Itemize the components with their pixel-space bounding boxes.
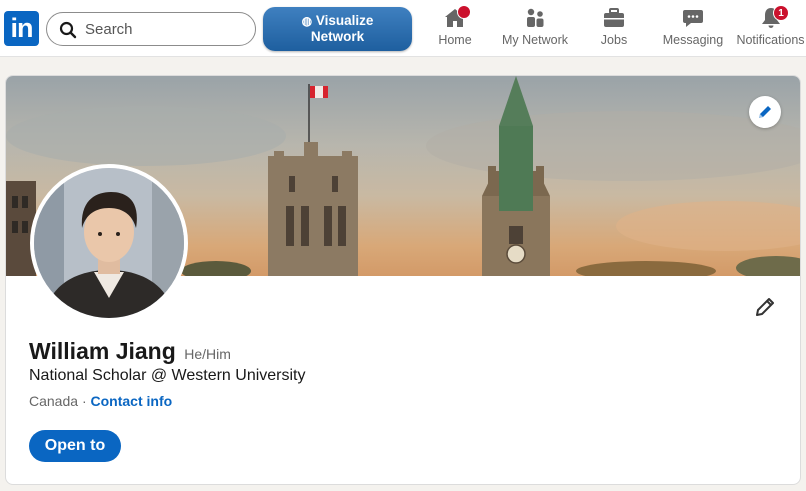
top-navigation-bar: in ◍ Visualize Network Home My Network: [0, 0, 806, 57]
nav-item-notifications[interactable]: 1 Notifications: [735, 5, 806, 52]
open-to-button[interactable]: Open to: [29, 430, 121, 462]
nav-item-my-network[interactable]: My Network: [497, 6, 573, 52]
people-icon: [527, 8, 544, 27]
visualize-label-line2: Network: [310, 29, 365, 44]
visualize-label-line1: Visualize: [315, 13, 374, 28]
search-input[interactable]: [85, 19, 245, 39]
profile-photo[interactable]: [30, 164, 188, 322]
profile-photo-image: [34, 168, 184, 318]
nav-item-home[interactable]: Home: [432, 5, 478, 52]
search-bar[interactable]: [46, 12, 256, 46]
briefcase-icon: [604, 8, 624, 27]
pencil-icon: [759, 106, 771, 118]
chat-icon: [683, 10, 703, 27]
nav-item-label: Notifications: [736, 33, 805, 47]
contact-info-link[interactable]: Contact info: [91, 393, 173, 409]
globe-icon: ◍: [301, 14, 313, 28]
profile-pronouns: He/Him: [184, 346, 231, 362]
nav-item-jobs[interactable]: Jobs: [594, 6, 634, 52]
linkedin-logo[interactable]: in: [4, 11, 39, 46]
nav-item-label: Home: [438, 33, 472, 47]
profile-headline: National Scholar @ Western University: [29, 367, 306, 384]
nav-item-label: Messaging: [662, 33, 724, 47]
profile-name-row: William Jiang He/Him: [29, 338, 231, 365]
nav-item-label: My Network: [502, 33, 568, 47]
edit-cover-button[interactable]: [749, 96, 781, 128]
home-notification-dot: [457, 5, 471, 19]
profile-card: William Jiang He/Him National Scholar @ …: [5, 75, 801, 485]
edit-profile-pencil-icon[interactable]: [753, 295, 777, 319]
notification-count-badge: 1: [773, 5, 789, 21]
profile-location: Canada: [29, 393, 79, 409]
location-row: Canada · Contact info: [29, 393, 172, 409]
nav-item-messaging[interactable]: Messaging: [660, 6, 726, 52]
search-icon: [59, 21, 77, 39]
profile-name: William Jiang: [29, 338, 176, 364]
visualize-network-button[interactable]: ◍ Visualize Network: [263, 7, 412, 51]
nav-item-label: Jobs: [600, 33, 628, 47]
separator: ·: [81, 393, 87, 409]
